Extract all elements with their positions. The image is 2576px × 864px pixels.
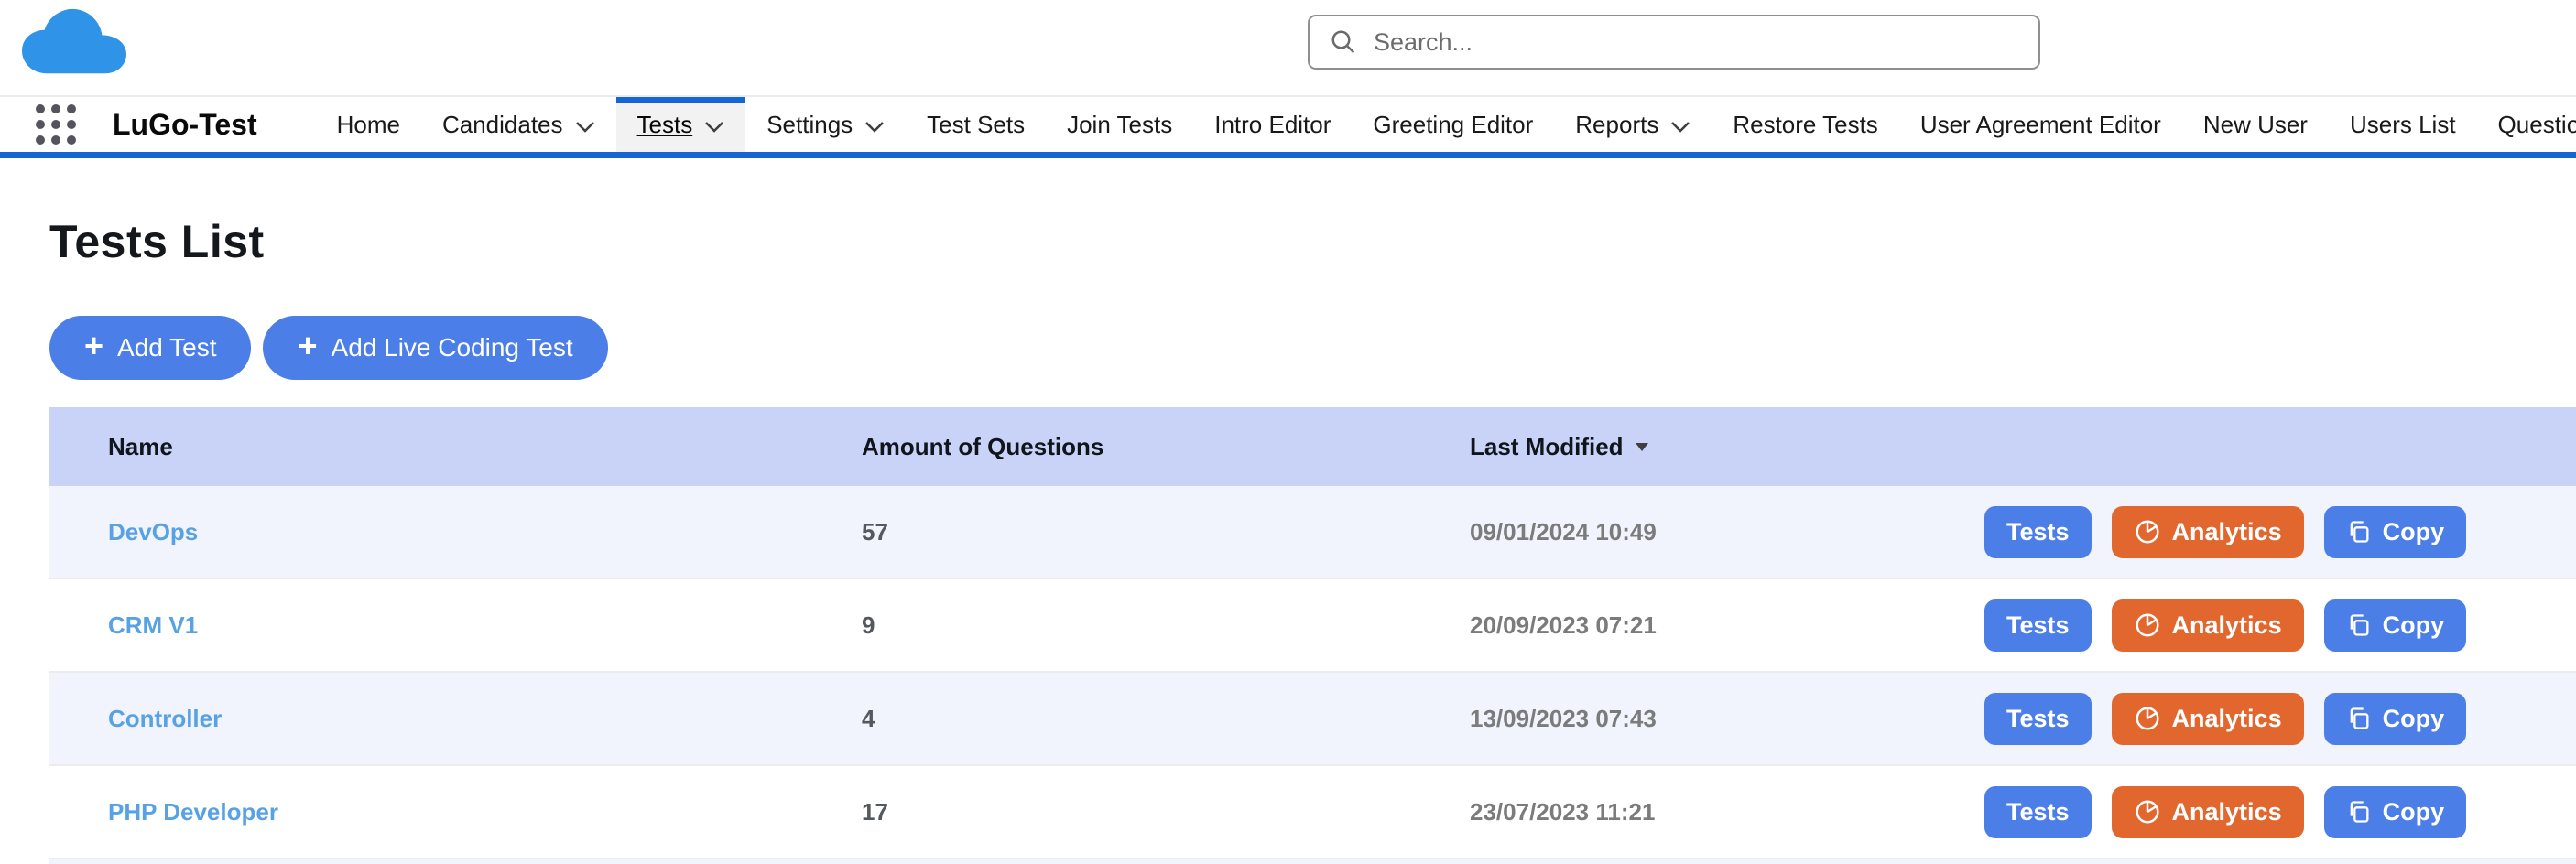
search-input[interactable] bbox=[1372, 27, 2018, 58]
last-modified: 13/09/2023 07:43 bbox=[1470, 704, 1657, 732]
plus-icon: + bbox=[298, 327, 318, 364]
last-modified: 20/09/2023 07:21 bbox=[1470, 610, 1657, 639]
questions-count: 4 bbox=[862, 704, 875, 732]
nav-item-candidates[interactable]: Candidates bbox=[421, 97, 616, 152]
column-header-last-modified[interactable]: Last Modified bbox=[1470, 433, 1984, 461]
pie-chart-icon bbox=[2136, 613, 2159, 637]
analytics-button[interactable]: Analytics bbox=[2111, 505, 2304, 558]
nav-item-greeting-editor[interactable]: Greeting Editor bbox=[1352, 97, 1554, 152]
table-header-row: Name Amount of Questions Last Modified bbox=[49, 407, 2576, 486]
chevron-down-icon bbox=[1671, 121, 1690, 133]
last-modified: 09/01/2024 10:49 bbox=[1470, 517, 1657, 545]
analytics-button[interactable]: Analytics bbox=[2111, 785, 2304, 838]
chevron-down-icon bbox=[865, 121, 885, 133]
table-row-partial bbox=[49, 859, 2576, 864]
questions-count: 17 bbox=[862, 797, 888, 826]
app-navigation: LuGo-Test Home Candidates Tests Settings… bbox=[0, 95, 2576, 158]
copy-button[interactable]: Copy bbox=[2323, 505, 2467, 558]
table-row: PHP Developer 17 23/07/2023 11:21 Tests … bbox=[49, 766, 2576, 859]
nav-item-user-agreement-editor[interactable]: User Agreement Editor bbox=[1899, 97, 2182, 152]
global-search bbox=[1308, 15, 2040, 70]
test-name-link[interactable]: CRM V1 bbox=[108, 611, 198, 639]
add-test-button[interactable]: + Add Test bbox=[49, 316, 252, 380]
nav-item-intro-editor[interactable]: Intro Editor bbox=[1193, 97, 1352, 152]
global-header bbox=[0, 0, 2576, 95]
copy-icon bbox=[2350, 801, 2369, 823]
nav-item-reports[interactable]: Reports bbox=[1554, 97, 1712, 152]
tests-button[interactable]: Tests bbox=[1984, 785, 2092, 838]
table-row: CRM V1 9 20/09/2023 07:21 Tests Analytic… bbox=[49, 579, 2576, 673]
app-name: LuGo-Test bbox=[113, 107, 257, 141]
table-row: Controller 4 13/09/2023 07:43 Tests Anal… bbox=[49, 673, 2576, 766]
nav-items: Home Candidates Tests Settings Test Sets… bbox=[316, 97, 2576, 152]
pie-chart-icon bbox=[2136, 520, 2159, 544]
last-modified: 23/07/2023 11:21 bbox=[1470, 797, 1656, 826]
table-row: DevOps 57 09/01/2024 10:49 Tests Analyti… bbox=[49, 486, 2576, 579]
search-icon bbox=[1331, 30, 1355, 54]
pie-chart-icon bbox=[2136, 800, 2159, 824]
nav-item-join-tests[interactable]: Join Tests bbox=[1046, 97, 1193, 152]
nav-item-tests[interactable]: Tests bbox=[615, 97, 746, 152]
questions-count: 9 bbox=[862, 610, 875, 639]
pie-chart-icon bbox=[2136, 707, 2159, 730]
nav-item-questions[interactable]: Questions bbox=[2477, 97, 2576, 152]
test-name-link[interactable]: PHP Developer bbox=[108, 798, 278, 826]
column-header-name[interactable]: Name bbox=[108, 433, 862, 461]
copy-icon bbox=[2350, 614, 2369, 636]
sort-desc-icon bbox=[1635, 443, 1648, 451]
copy-button[interactable]: Copy bbox=[2323, 599, 2467, 652]
analytics-button[interactable]: Analytics bbox=[2111, 692, 2304, 745]
nav-item-settings[interactable]: Settings bbox=[745, 97, 906, 152]
nav-item-restore-tests[interactable]: Restore Tests bbox=[1712, 97, 1898, 152]
column-header-amount-of-questions[interactable]: Amount of Questions bbox=[862, 433, 1470, 461]
app-window: LuGo-Test Home Candidates Tests Settings… bbox=[0, 0, 2576, 864]
cloud-logo-icon bbox=[22, 8, 126, 74]
tests-button[interactable]: Tests bbox=[1984, 505, 2092, 558]
questions-count: 57 bbox=[862, 517, 888, 545]
copy-icon bbox=[2350, 521, 2369, 543]
copy-button[interactable]: Copy bbox=[2323, 785, 2467, 838]
nav-item-users-list[interactable]: Users List bbox=[2329, 97, 2477, 152]
nav-item-test-sets[interactable]: Test Sets bbox=[906, 97, 1046, 152]
test-name-link[interactable]: DevOps bbox=[108, 518, 198, 545]
analytics-button[interactable]: Analytics bbox=[2111, 599, 2304, 652]
add-live-coding-test-button[interactable]: + Add Live Coding Test bbox=[263, 316, 608, 380]
main-content: Tests List + Add Test + Add Live Coding … bbox=[0, 215, 2576, 864]
page-actions: + Add Test + Add Live Coding Test bbox=[49, 316, 2576, 380]
chevron-down-icon bbox=[575, 121, 594, 133]
plus-icon: + bbox=[84, 327, 104, 364]
page-title: Tests List bbox=[49, 216, 265, 267]
tests-button[interactable]: Tests bbox=[1984, 692, 2092, 745]
tests-table: Name Amount of Questions Last Modified D… bbox=[49, 407, 2576, 864]
company-logo[interactable] bbox=[18, 7, 130, 77]
nav-item-new-user[interactable]: New User bbox=[2182, 97, 2329, 152]
copy-icon bbox=[2350, 707, 2369, 729]
app-launcher-button[interactable] bbox=[36, 104, 76, 145]
test-name-link[interactable]: Controller bbox=[108, 705, 222, 732]
nav-item-home[interactable]: Home bbox=[316, 97, 421, 152]
tests-button[interactable]: Tests bbox=[1984, 599, 2092, 652]
copy-button[interactable]: Copy bbox=[2323, 692, 2467, 745]
chevron-down-icon bbox=[705, 121, 724, 133]
